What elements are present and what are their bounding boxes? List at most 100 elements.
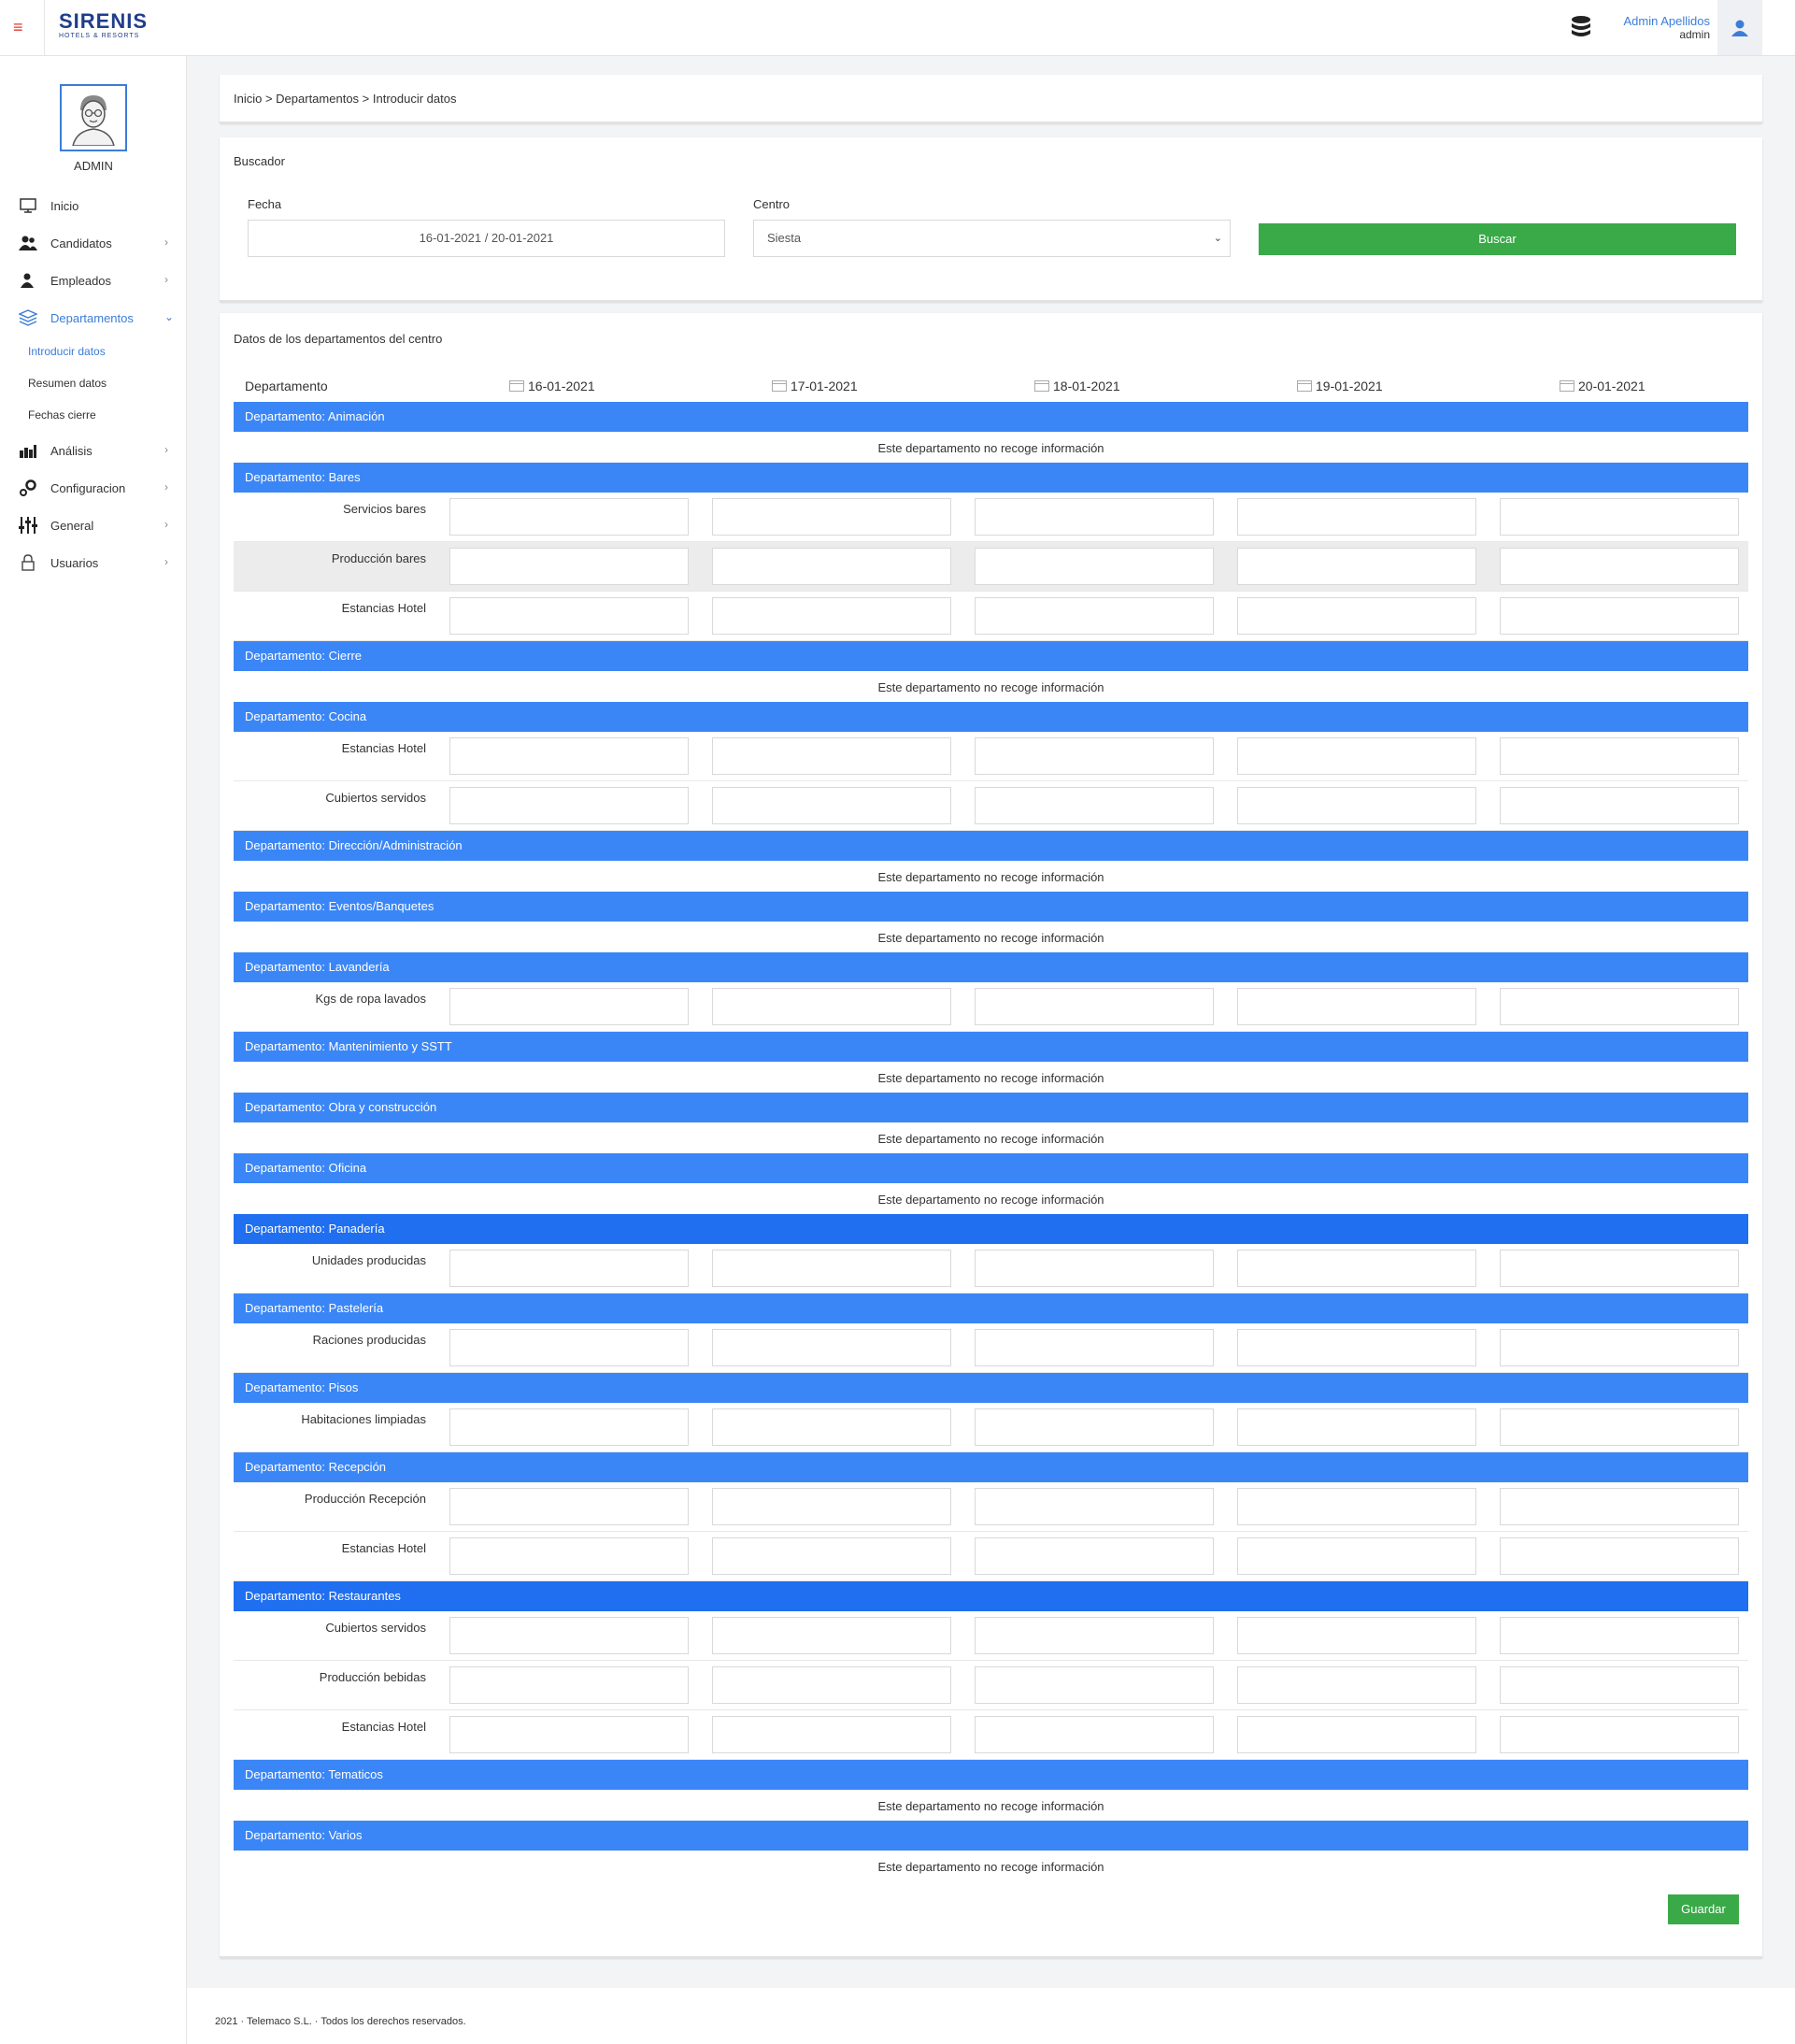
metric-input[interactable]: [449, 1329, 689, 1366]
sidebar-subitem-fechas-cierre[interactable]: Fechas cierre: [28, 408, 96, 422]
calendar-icon: [1034, 380, 1049, 392]
sidebar-item-analisis[interactable]: Análisis ›: [0, 437, 187, 464]
metric-input[interactable]: [1237, 548, 1476, 585]
metric-input[interactable]: [449, 498, 689, 536]
date-range-input[interactable]: 16-01-2021 / 20-01-2021: [248, 220, 725, 257]
metric-input[interactable]: [1500, 787, 1739, 824]
sidebar-item-usuarios[interactable]: Usuarios ›: [0, 550, 187, 576]
user-info[interactable]: Admin Apellidos admin: [1607, 15, 1711, 42]
sidebar-item-departamentos[interactable]: Departamentos ⌄: [0, 305, 187, 331]
metric-input[interactable]: [1237, 737, 1476, 775]
column-header-date: 20-01-2021: [1560, 379, 1645, 393]
centro-select[interactable]: Siesta ⌄: [753, 220, 1231, 257]
footer-text: 2021 · Telemaco S.L. · Todos los derecho…: [215, 2016, 466, 2027]
department-header: Departamento: Mantenimiento y SSTT: [234, 1032, 1748, 1062]
metric-input[interactable]: [712, 1617, 951, 1654]
metric-input[interactable]: [712, 1488, 951, 1525]
metric-input[interactable]: [449, 1488, 689, 1525]
avatar[interactable]: [60, 84, 127, 151]
metric-input[interactable]: [712, 1408, 951, 1446]
metric-input[interactable]: [975, 1329, 1214, 1366]
metric-input[interactable]: [1237, 1488, 1476, 1525]
metric-input[interactable]: [1500, 1617, 1739, 1654]
metric-input[interactable]: [975, 1666, 1214, 1704]
no-info-message: Este departamento no recoge información: [877, 870, 1104, 884]
metric-input[interactable]: [1500, 988, 1739, 1025]
metric-input[interactable]: [975, 1488, 1214, 1525]
metric-input[interactable]: [1500, 1716, 1739, 1753]
metric-input[interactable]: [1237, 1408, 1476, 1446]
metric-input[interactable]: [712, 1250, 951, 1287]
metric-input[interactable]: [1500, 1537, 1739, 1575]
metric-input[interactable]: [449, 1716, 689, 1753]
metric-input[interactable]: [1500, 1329, 1739, 1366]
metric-input[interactable]: [712, 1329, 951, 1366]
guardar-button[interactable]: Guardar: [1668, 1894, 1739, 1924]
metric-input[interactable]: [1237, 988, 1476, 1025]
sidebar-item-inicio[interactable]: Inicio: [0, 193, 187, 219]
metric-input[interactable]: [712, 1666, 951, 1704]
metric-input[interactable]: [712, 1537, 951, 1575]
metric-input[interactable]: [449, 1666, 689, 1704]
sidebar-subitem-resumen-datos[interactable]: Resumen datos: [28, 377, 107, 390]
metric-input[interactable]: [1500, 1488, 1739, 1525]
buscar-button[interactable]: Buscar: [1259, 223, 1736, 255]
metric-input[interactable]: [1237, 1666, 1476, 1704]
metric-input[interactable]: [712, 737, 951, 775]
sidebar-item-label: Configuracion: [50, 481, 126, 495]
sidebar-item-candidatos[interactable]: Candidatos ›: [0, 230, 187, 256]
metric-input[interactable]: [712, 498, 951, 536]
department-header: Departamento: Varios: [234, 1821, 1748, 1851]
metric-input[interactable]: [1237, 1716, 1476, 1753]
user-menu-button[interactable]: [1717, 0, 1762, 55]
metric-input[interactable]: [449, 787, 689, 824]
metric-input[interactable]: [449, 597, 689, 635]
metric-input[interactable]: [975, 498, 1214, 536]
metric-input[interactable]: [1500, 498, 1739, 536]
metric-input[interactable]: [975, 1716, 1214, 1753]
metric-input[interactable]: [1500, 548, 1739, 585]
chevron-right-icon: ›: [164, 236, 168, 249]
metric-input[interactable]: [1237, 498, 1476, 536]
metric-input[interactable]: [449, 1250, 689, 1287]
metric-input[interactable]: [712, 1716, 951, 1753]
metric-input[interactable]: [1237, 597, 1476, 635]
metric-input[interactable]: [975, 548, 1214, 585]
metric-input[interactable]: [449, 988, 689, 1025]
metric-input[interactable]: [1237, 1329, 1476, 1366]
metric-input[interactable]: [975, 1250, 1214, 1287]
breadcrumb[interactable]: Inicio > Departamentos > Introducir dato…: [234, 92, 456, 106]
sidebar-item-configuracion[interactable]: Configuracion ›: [0, 475, 187, 501]
metric-input[interactable]: [1237, 787, 1476, 824]
sidebar-subitem-introducir-datos[interactable]: Introducir datos: [28, 345, 106, 358]
metric-input[interactable]: [975, 1617, 1214, 1654]
sidebar-item-general[interactable]: General ›: [0, 512, 187, 538]
database-icon[interactable]: [1570, 15, 1592, 39]
metric-input[interactable]: [712, 787, 951, 824]
metric-input[interactable]: [712, 988, 951, 1025]
metric-input[interactable]: [975, 1408, 1214, 1446]
metric-input[interactable]: [1500, 1408, 1739, 1446]
metric-input[interactable]: [449, 737, 689, 775]
metric-input[interactable]: [1237, 1537, 1476, 1575]
metric-input[interactable]: [1500, 1666, 1739, 1704]
menu-icon[interactable]: ≡: [13, 19, 30, 36]
metric-input[interactable]: [975, 597, 1214, 635]
metric-input[interactable]: [712, 548, 951, 585]
metric-input[interactable]: [449, 1617, 689, 1654]
metric-input[interactable]: [975, 787, 1214, 824]
metric-input[interactable]: [449, 548, 689, 585]
metric-input[interactable]: [449, 1408, 689, 1446]
metric-input[interactable]: [449, 1537, 689, 1575]
metric-input[interactable]: [975, 737, 1214, 775]
metric-input[interactable]: [1500, 1250, 1739, 1287]
metric-input[interactable]: [1237, 1250, 1476, 1287]
metric-input[interactable]: [712, 597, 951, 635]
metric-input[interactable]: [1500, 597, 1739, 635]
metric-input[interactable]: [1500, 737, 1739, 775]
metric-input[interactable]: [975, 1537, 1214, 1575]
sidebar-item-empleados[interactable]: Empleados ›: [0, 267, 187, 293]
metric-input[interactable]: [975, 988, 1214, 1025]
metric-input[interactable]: [1237, 1617, 1476, 1654]
logo[interactable]: SIRENIS HOTELS & RESORTS: [59, 11, 148, 41]
